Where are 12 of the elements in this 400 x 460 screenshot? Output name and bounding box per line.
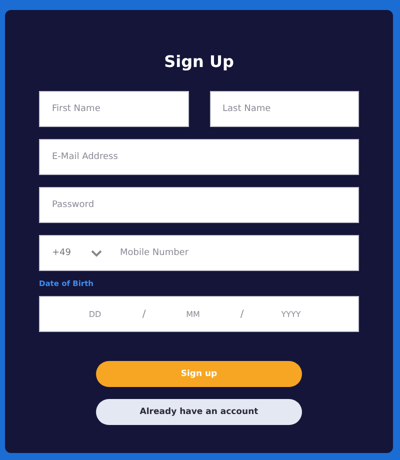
country-code-dropdown[interactable]: +49 [52, 248, 120, 258]
form-title: Sign Up [163, 51, 235, 73]
name-field[interactable]: Last Name [210, 91, 359, 127]
date-separator: / [141, 308, 147, 320]
email-field[interactable]: E-Mail Address [39, 139, 359, 175]
name-field[interactable]: First Name [39, 91, 188, 127]
chevron-down-icon [91, 250, 102, 256]
date-of-birth-field[interactable]: DD / MM / YYYY [39, 296, 359, 332]
login-button[interactable]: Already have an account [96, 399, 302, 425]
password-field[interactable]: Password [39, 187, 359, 223]
date-separator: / [239, 308, 245, 320]
phone-field[interactable]: +49 Mobile Number [39, 235, 359, 271]
